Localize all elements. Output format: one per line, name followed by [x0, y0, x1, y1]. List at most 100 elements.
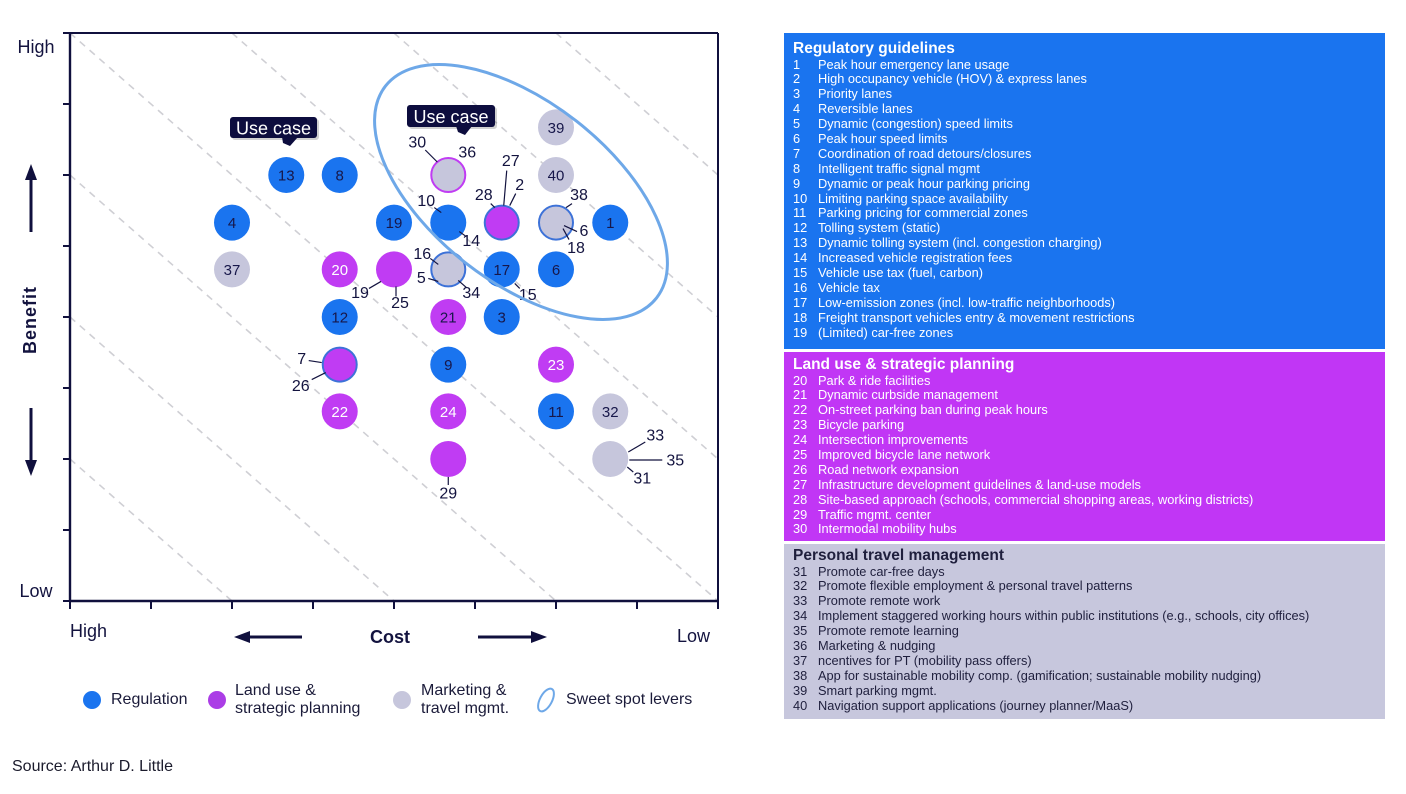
panel-list: 20 Park & ride facilities 21 Dynamic curbsi… [793, 373, 1385, 538]
panel-list-item: 27 Infrastructure development guidelines … [793, 477, 1385, 493]
item-number: 19 [793, 324, 808, 340]
item-number: 3 [793, 86, 801, 102]
bubble-13[interactable]: 13 [268, 157, 305, 193]
bubble-number-label: 39 [548, 120, 565, 137]
item-number: 40 [793, 697, 808, 713]
bubble-number-label: 6 [552, 262, 560, 279]
bubble-circle[interactable] [430, 441, 467, 477]
bubble-number-label: 4 [228, 215, 236, 232]
legend-sweet-spot-label: Sweet spot levers [566, 691, 693, 708]
bubble-number-label: 24 [440, 404, 457, 421]
bubble-12[interactable]: 12 [321, 299, 358, 335]
bubble-outer-label: 6 [580, 223, 589, 240]
leader-line [311, 372, 326, 381]
panel-land-use-strategic-planning: Land use & strategic planning 20 Park & r… [784, 352, 1385, 541]
bubble-circle[interactable] [430, 157, 467, 193]
bubble-38-6-18[interactable] [538, 204, 574, 241]
bubble-19[interactable]: 19 [376, 204, 412, 241]
bubble-number-label: 40 [548, 168, 565, 185]
panel-list-item: 28 Site-based approach (schools, commerci… [793, 492, 1385, 508]
bubble-8[interactable]: 8 [321, 157, 358, 193]
panel-list-item: 38 App for sustainable mobility comp. (ga… [793, 667, 1385, 684]
bubble-number-label: 9 [444, 357, 452, 374]
item-text: Implement staggered working hours within… [818, 608, 1310, 624]
y-axis-low-label: Low [19, 581, 53, 601]
bubble-outer-label: 29 [439, 486, 457, 503]
use-case-callouts: Use case Use case [230, 105, 497, 146]
item-number: 39 [793, 682, 808, 698]
cost-benefit-matrix-chart: High Low Benefit High Low Cost 13 8437 201… [17, 32, 719, 647]
leader-line [424, 149, 438, 163]
bubble-7-26[interactable] [321, 346, 358, 383]
item-number: 38 [793, 667, 808, 683]
bubble-circle[interactable] [483, 204, 520, 241]
panel-title: Land use & strategic planning [793, 356, 1015, 373]
panel-list-item: 26 Road network expansion [793, 461, 1385, 478]
bubble-number-label: 11 [548, 404, 564, 421]
bubble-32[interactable]: 32 [592, 393, 629, 430]
bubble-17[interactable]: 17 [483, 251, 520, 288]
leader-line [308, 359, 322, 364]
panel-list-item: 4 Reversible lanes [793, 101, 1385, 117]
legend-marketing-label-line2: travel mgmt. [421, 700, 510, 717]
item-number: 29 [793, 506, 808, 522]
item-text: Parking pricing for commercial zones [818, 205, 1028, 221]
item-text: Navigation support applications (journey… [818, 697, 1134, 713]
bubble-40[interactable]: 40 [538, 157, 574, 193]
panel-list-item: 5 Dynamic (congestion) speed limits [793, 116, 1385, 132]
panel-list-item: 22 On-street parking ban during peak hour… [793, 402, 1385, 418]
bubble-circle[interactable] [376, 251, 412, 288]
item-text: Reversible lanes [818, 101, 913, 117]
panel-list-item: 14 Increased vehicle registration fees [793, 250, 1385, 266]
bubble-9[interactable]: 9 [430, 346, 467, 383]
bubble-outer-label: 7 [297, 351, 306, 368]
bubble-3[interactable]: 3 [483, 299, 520, 335]
bubble-20[interactable]: 20 [321, 251, 358, 288]
bubble-circle[interactable] [592, 441, 629, 477]
bubble-29[interactable] [430, 441, 467, 477]
item-number: 26 [793, 461, 808, 477]
panel-title: Regulatory guidelines [793, 40, 955, 57]
item-number: 5 [793, 116, 801, 132]
legend-land-use-label-line2: strategic planning [235, 700, 361, 717]
panel-list-item: 8 Intelligent traffic signal mgmt [793, 160, 1385, 177]
bubble-number-label: 12 [331, 310, 348, 327]
legend-sweet-spot-ellipse-icon [537, 687, 555, 713]
bubble-number-label: 1 [606, 215, 614, 232]
bubble-22[interactable]: 22 [321, 393, 358, 430]
panel-list-item: 7 Coordination of road detours/closures [793, 146, 1385, 162]
bubble-outer-label: 35 [666, 453, 684, 470]
bubble-number-label: 20 [331, 262, 348, 279]
bubble-11[interactable]: 11 [538, 393, 574, 430]
item-text: Marketing & nudging [818, 637, 936, 653]
item-number: 10 [793, 190, 808, 206]
item-number: 8 [793, 160, 801, 176]
leader-line [503, 170, 508, 206]
bubble-4[interactable]: 4 [214, 204, 250, 241]
panel-list-item: 10 Limiting parking space availability [793, 190, 1385, 207]
arrow-right-icon [478, 631, 547, 643]
bubble-23[interactable]: 23 [538, 346, 574, 383]
item-number: 9 [793, 175, 801, 191]
bubble-24[interactable]: 24 [430, 393, 467, 430]
item-text: Smart parking mgmt. [818, 682, 937, 698]
panel-list-item: 11 Parking pricing for commercial zones [793, 206, 1385, 221]
bubble-33-35-31[interactable] [592, 441, 629, 477]
bubble-19-25[interactable] [376, 251, 412, 288]
bubble-circle[interactable] [538, 204, 574, 241]
panel-list-item: 18 Freight transport vehicles entry & mov… [793, 310, 1385, 326]
item-number: 11 [793, 205, 807, 221]
arrow-down-icon [25, 408, 37, 476]
item-text: Increased vehicle registration fees [818, 250, 1013, 266]
panel-list: 31 Promote car-free days 32 Promote flexibl… [793, 564, 1385, 714]
diagonal-gridline [555, 32, 719, 176]
bubble-outer-label: 36 [458, 145, 476, 162]
bubble-37[interactable]: 37 [214, 251, 250, 288]
bubble-1[interactable]: 1 [592, 204, 629, 241]
bubble-outer-label: 33 [646, 428, 664, 445]
bubble-circle[interactable] [321, 346, 358, 383]
bubble-30-36[interactable] [430, 157, 467, 193]
bubble-21[interactable]: 21 [430, 299, 467, 335]
bubble-28-27-2[interactable] [483, 204, 520, 241]
legend-land-use-label-line1: Land use & [235, 682, 316, 699]
